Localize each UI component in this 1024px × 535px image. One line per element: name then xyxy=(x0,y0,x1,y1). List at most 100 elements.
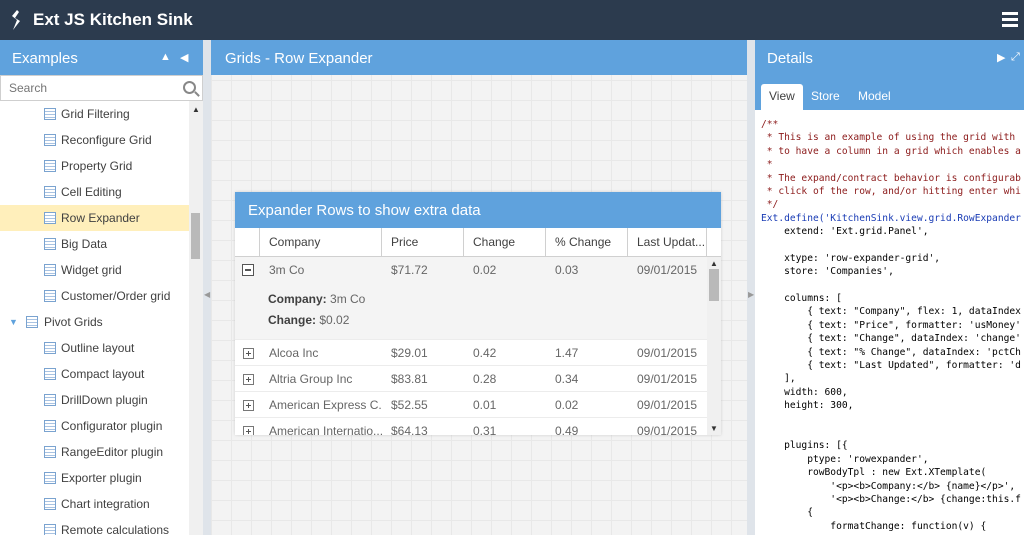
collapse-left-icon[interactable]: ◀ xyxy=(180,51,188,64)
splitter-right-arrow-icon[interactable]: ▶ xyxy=(748,290,754,299)
tree-item-label: DrillDown plugin xyxy=(61,393,148,407)
code-line: /** xyxy=(761,119,779,130)
expand-row-icon[interactable] xyxy=(243,374,254,385)
tree-item[interactable]: Reconfigure Grid xyxy=(0,127,189,153)
cell-company: 3m Co xyxy=(269,263,305,277)
tree-item[interactable]: Compact layout xyxy=(0,361,189,387)
right-splitter[interactable]: ▶ xyxy=(747,40,755,535)
expand-row-icon[interactable] xyxy=(243,426,254,435)
tree-item[interactable]: Cell Editing xyxy=(0,179,189,205)
grid-icon xyxy=(44,212,56,224)
grid-icon xyxy=(26,316,38,328)
tree-item-label: Configurator plugin xyxy=(61,419,163,433)
table-row[interactable]: Altria Group Inc $83.81 0.28 0.34 09/01/2015 xyxy=(235,366,707,392)
tree-item[interactable]: Big Data xyxy=(0,231,189,257)
tree-item-label: Property Grid xyxy=(61,159,133,173)
examples-panel: Examples ▲ ◀ Grid Filtering Reconfigure G… xyxy=(0,40,203,535)
code-line: */ xyxy=(761,199,779,211)
tab-model[interactable]: Model xyxy=(850,84,899,110)
code-line: { xyxy=(761,507,813,519)
grid-icon xyxy=(44,134,56,146)
column-change[interactable]: Change xyxy=(464,228,546,257)
table-row[interactable]: American Express C... $52.55 0.01 0.02 09/01… xyxy=(235,392,707,418)
table-row[interactable]: American Internatio... $64.13 0.31 0.49 09/0… xyxy=(235,418,707,435)
code-line: plugins: [{ xyxy=(761,440,848,452)
details-tabs: View Store Model xyxy=(755,76,1024,110)
cell-pct: 0.34 xyxy=(555,372,579,386)
cell-price: $71.72 xyxy=(391,263,428,277)
tree-item[interactable]: Widget grid xyxy=(0,257,189,283)
code-line: * The expand/contract behavior is config… xyxy=(761,172,1021,184)
cell-updated: 09/01/2015 xyxy=(637,398,698,412)
column-company[interactable]: Company xyxy=(260,228,382,257)
tree-item-label: Reconfigure Grid xyxy=(61,133,152,147)
tree-item-label: Grid Filtering xyxy=(61,107,130,121)
splitter-left-arrow-icon[interactable]: ◀ xyxy=(204,290,210,299)
source-code-view: /** * This is an example of using the gr… xyxy=(755,110,1024,535)
collapse-up-icon[interactable]: ▲ xyxy=(160,51,171,63)
code-line: store: 'Companies', xyxy=(761,266,894,278)
details-panel: Details ▶ ⤢ View Store Model /** * This … xyxy=(755,40,1024,535)
app-header: Ext JS Kitchen Sink xyxy=(0,0,1024,40)
tree-item[interactable]: Row Expander xyxy=(0,205,189,231)
row-body-company-label: Company: xyxy=(268,292,327,306)
tree-item[interactable]: ▼ Pivot Grids xyxy=(0,309,189,335)
table-row[interactable]: 3m Co $71.72 0.02 0.03 09/01/2015 Company: 3m… xyxy=(235,257,707,340)
expand-arrow-icon[interactable]: ▼ xyxy=(9,309,18,335)
tree-item[interactable]: Customer/Order grid xyxy=(0,283,189,309)
column-price[interactable]: Price xyxy=(382,228,464,257)
tree-item[interactable]: Exporter plugin xyxy=(0,465,189,491)
tree-item-label: Big Data xyxy=(61,237,108,251)
left-splitter[interactable]: ◀ xyxy=(203,40,211,535)
grid-icon xyxy=(44,394,56,406)
column-pct-change[interactable]: % Change xyxy=(546,228,628,257)
tab-view[interactable]: View xyxy=(761,84,803,110)
grid-scrollbar[interactable]: ▲ ▼ xyxy=(707,257,721,435)
examples-panel-header: Examples ▲ ◀ xyxy=(0,40,203,75)
collapse-row-icon[interactable] xyxy=(242,264,254,276)
column-last-updated[interactable]: Last Updat... xyxy=(628,228,707,257)
column-expander xyxy=(235,228,260,257)
grid-icon xyxy=(44,524,56,535)
tree-scrollbar[interactable]: ▲ xyxy=(189,101,203,535)
expand-row-icon[interactable] xyxy=(243,348,254,359)
code-line: columns: [ xyxy=(761,293,842,305)
examples-panel-title: Examples xyxy=(12,50,78,67)
cell-price: $64.13 xyxy=(391,424,428,435)
tree-item[interactable]: Chart integration xyxy=(0,491,189,517)
tree-item[interactable]: DrillDown plugin xyxy=(0,387,189,413)
maximize-icon[interactable]: ⤢ xyxy=(1011,51,1020,64)
grid-icon xyxy=(44,498,56,510)
search-icon[interactable] xyxy=(183,81,196,94)
tree-item-label: Widget grid xyxy=(61,263,122,277)
tree-item[interactable]: RangeEditor plugin xyxy=(0,439,189,465)
tree-item-label: Compact layout xyxy=(61,367,145,381)
tree-item[interactable]: Property Grid xyxy=(0,153,189,179)
grid-scrollbar-thumb[interactable] xyxy=(709,269,719,301)
details-panel-header: Details ▶ ⤢ xyxy=(755,40,1024,76)
code-line: * to have a column in a grid which enabl… xyxy=(761,145,1021,157)
search-input[interactable] xyxy=(1,76,171,100)
tree-item[interactable]: Remote calculations xyxy=(0,517,189,535)
scrollbar-thumb[interactable] xyxy=(191,213,200,259)
tree-item[interactable]: Configurator plugin xyxy=(0,413,189,439)
scroll-up-icon[interactable]: ▲ xyxy=(192,105,200,114)
grid-scroll-up-icon[interactable]: ▲ xyxy=(710,259,718,268)
cell-updated: 09/01/2015 xyxy=(637,424,698,435)
sencha-logo-icon xyxy=(12,10,20,30)
collapse-right-icon[interactable]: ▶ xyxy=(997,51,1005,64)
cell-change: 0.01 xyxy=(473,398,497,412)
cell-pct: 1.47 xyxy=(555,346,579,360)
grid-icon xyxy=(44,264,56,276)
tree-item[interactable]: Grid Filtering xyxy=(0,101,189,127)
grid-scroll-down-icon[interactable]: ▼ xyxy=(710,424,718,433)
hamburger-menu-icon[interactable] xyxy=(1002,12,1018,27)
expand-row-icon[interactable] xyxy=(243,400,254,411)
cell-company: American Internatio... xyxy=(269,424,382,435)
tree-item-label: RangeEditor plugin xyxy=(61,445,164,459)
table-row[interactable]: Alcoa Inc $29.01 0.42 1.47 09/01/2015 xyxy=(235,340,707,366)
tree-item[interactable]: Outline layout xyxy=(0,335,189,361)
tree-item-label: Exporter plugin xyxy=(61,471,142,485)
tab-store[interactable]: Store xyxy=(803,84,848,110)
